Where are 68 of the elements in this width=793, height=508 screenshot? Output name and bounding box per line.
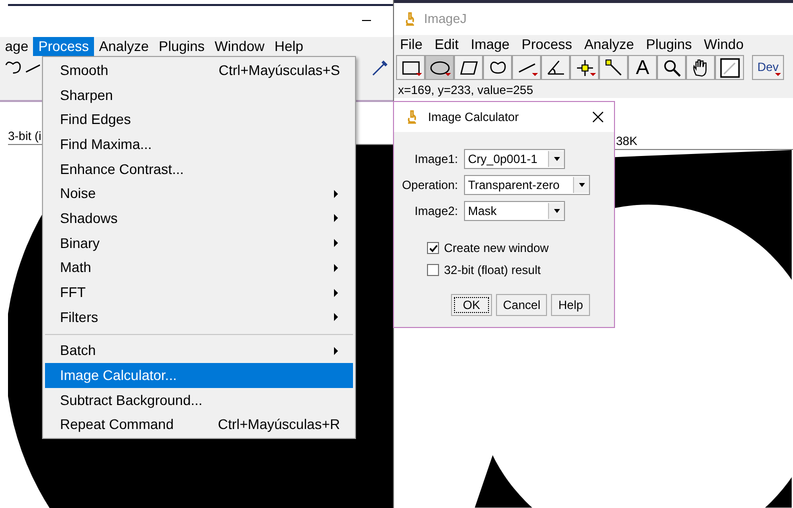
field-label: Operation: [400,177,459,194]
menu-item[interactable]: Help [269,37,308,56]
menu-item[interactable]: Image [470,34,510,55]
menu-item[interactable]: Repeat Command Ctrl+Mayúsculas+R [45,412,353,438]
submenu-arrow-icon [334,190,338,198]
menu-item[interactable]: Enhance Contrast... [45,156,353,182]
status-text: x=169, y=233, value=255 [398,82,534,97]
polygon-tool[interactable] [454,55,483,80]
menu-item[interactable]: Smooth Ctrl+Mayúsculas+S [45,58,353,83]
menu-item[interactable]: Windo [704,34,744,55]
menu-item[interactable]: Edit [434,34,459,55]
microscope-icon [404,12,416,26]
window-title: ImageJ [424,10,467,28]
oval-tool[interactable] [425,55,454,80]
checkbox-label: Create new window [444,240,549,257]
field-label: Image2: [414,203,459,220]
menu-item[interactable]: Window [210,37,270,56]
submenu-arrow-icon [334,214,338,222]
image-info-text: 38K [616,134,638,148]
dialog-button[interactable]: OK [451,294,492,316]
hand-tool[interactable] [686,55,715,80]
menu-item[interactable]: age [0,37,34,56]
menu-item[interactable]: Process [522,34,572,55]
checkbox[interactable] [427,264,439,276]
angle-tool[interactable] [541,55,570,80]
dev-menu-button[interactable]: Dev [752,55,784,80]
menu-item[interactable]: Noise [45,181,353,206]
menu-item[interactable]: Math [45,256,353,280]
dialog-button[interactable]: Cancel [496,294,548,316]
dialog-title: Image Calculator [428,109,520,126]
checkbox-label: 32-bit (float) result [444,262,541,279]
submenu-arrow-icon [334,239,338,248]
menu-item[interactable]: Sharpen [45,82,353,108]
menu-item[interactable]: Filters [45,304,353,330]
menu-item[interactable]: File [400,34,423,55]
menu-item[interactable]: Find Edges [45,107,353,132]
menu-item[interactable]: Analyze [94,37,154,56]
wand-tool[interactable] [599,55,628,80]
menu-item[interactable]: Shadows [45,206,353,231]
menu-item[interactable]: Find Maxima... [45,132,353,157]
microscope-icon [406,110,418,124]
submenu-arrow-icon [334,313,338,322]
freehand-tool[interactable] [483,55,512,80]
dropdown-field[interactable]: Cry_0p001-1 [464,149,565,169]
dropdown-field[interactable]: Mask [464,201,565,221]
menu-item[interactable]: Image Calculator... [45,363,353,388]
field-label: Image1: [414,151,459,168]
zoom-tool[interactable] [657,55,686,80]
submenu-arrow-icon [334,264,338,272]
checkbox[interactable] [427,242,439,254]
dropdown-field[interactable]: Transparent-zero [464,175,590,195]
menu-item[interactable]: Plugins [646,34,692,55]
image-info-text: 3-bit (i [8,129,42,143]
menu-item[interactable]: Analyze [584,34,634,55]
menu-item[interactable]: FFT [45,280,353,305]
submenu-arrow-icon [334,346,338,355]
point-tool[interactable] [570,55,599,80]
menu-item[interactable]: Subtract Background... [45,388,353,413]
menu-item[interactable]: Plugins [154,37,210,56]
menu-item[interactable]: Batch [45,338,353,364]
close-icon[interactable] [592,111,604,123]
rectangle-tool[interactable] [396,55,425,80]
line-tool[interactable] [512,55,541,80]
submenu-arrow-icon [334,288,338,297]
menu-item[interactable]: Process [33,37,94,56]
dialog-button[interactable]: Help [551,294,590,316]
menu-item[interactable]: Binary [45,230,353,256]
text-tool[interactable]: A [628,55,657,80]
